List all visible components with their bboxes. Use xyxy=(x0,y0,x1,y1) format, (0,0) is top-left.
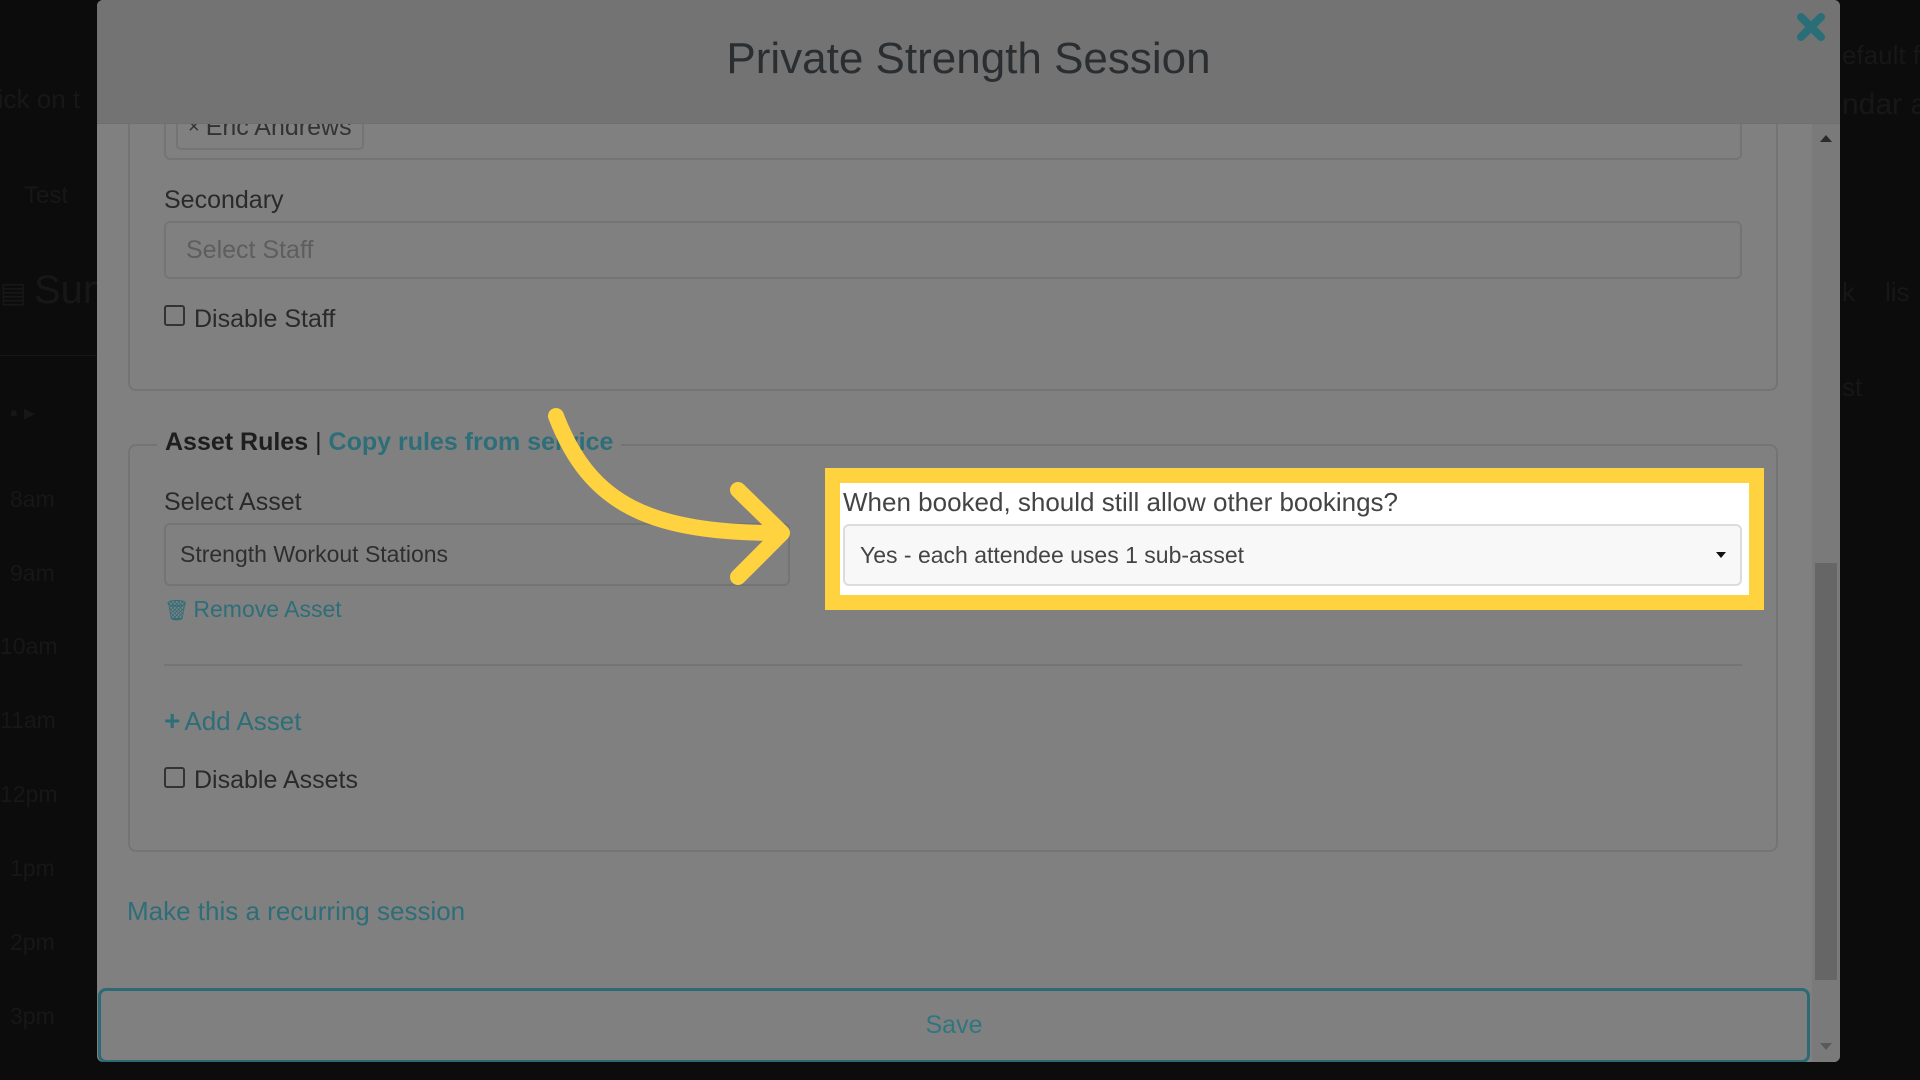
background-nav-arrow: ▪ ▸ xyxy=(10,400,35,425)
modal-scrollbar[interactable] xyxy=(1812,124,1840,1062)
add-asset-label: Add Asset xyxy=(184,706,302,736)
asset-select-value: Strength Workout Stations xyxy=(180,541,449,567)
asset-rules-legend: Asset Rules | Copy rules from service xyxy=(157,428,622,457)
background-st-text: st xyxy=(1842,372,1863,402)
legend-separator: | xyxy=(315,428,322,456)
background-list-text: lis xyxy=(1885,277,1910,307)
asset-divider xyxy=(164,664,1742,666)
secondary-staff-select[interactable]: Select Staff xyxy=(164,221,1742,279)
booking-question-label: When booked, should still allow other bo… xyxy=(843,487,1399,517)
background-filter-text: efault fil xyxy=(1842,40,1920,70)
background-k-text: k xyxy=(1842,277,1855,307)
scroll-down-arrow-icon[interactable] xyxy=(1820,1043,1832,1050)
background-hint-text: lick on t xyxy=(0,84,81,114)
add-asset-link[interactable]: + Add Asset xyxy=(164,705,301,737)
time-label: 3pm xyxy=(10,1003,55,1029)
secondary-staff-placeholder: Select Staff xyxy=(186,235,314,264)
plus-icon: + xyxy=(164,705,181,736)
modal-title: Private Strength Session xyxy=(726,34,1211,83)
background-test-text: Test xyxy=(24,182,69,209)
remove-asset-link[interactable]: 🗑 Remove Asset xyxy=(164,596,342,623)
save-button[interactable]: Save xyxy=(98,988,1810,1062)
time-label: 12pm xyxy=(0,781,58,807)
recurring-session-link[interactable]: Make this a recurring session xyxy=(127,896,465,927)
remove-asset-label: Remove Asset xyxy=(193,596,342,622)
time-label: 9am xyxy=(10,560,55,586)
asset-select[interactable]: Strength Workout Stations xyxy=(164,523,790,586)
close-x-icon xyxy=(1797,13,1825,41)
close-button[interactable] xyxy=(1794,10,1828,44)
asset-rules-title: Asset Rules xyxy=(165,428,309,456)
allow-other-bookings-select[interactable]: Yes - each attendee uses 1 sub-asset xyxy=(843,524,1742,586)
background-row-line xyxy=(0,355,97,356)
disable-staff-checkbox[interactable] xyxy=(164,305,185,326)
time-label: 1pm xyxy=(10,855,55,881)
modal-header: Private Strength Session xyxy=(97,0,1840,124)
secondary-label: Secondary xyxy=(164,186,284,214)
disable-assets-checkbox[interactable] xyxy=(164,767,185,788)
disable-staff-label: Disable Staff xyxy=(194,305,336,333)
disable-assets-label: Disable Assets xyxy=(194,766,358,794)
scrollbar-thumb[interactable] xyxy=(1815,563,1837,980)
dropdown-caret-icon xyxy=(1716,552,1726,558)
time-label: 10am xyxy=(0,633,58,659)
scroll-up-arrow-icon[interactable] xyxy=(1820,135,1832,142)
time-label: 8am xyxy=(10,486,55,512)
save-label: Save xyxy=(925,1011,983,1039)
background-sun-text: Sun xyxy=(34,268,106,312)
trash-icon: 🗑 xyxy=(164,600,190,622)
time-label: 11am xyxy=(0,707,56,733)
background-calendar-text: ndar a xyxy=(1842,88,1920,121)
copy-rules-link[interactable]: Copy rules from service xyxy=(329,428,614,456)
calendar-icon: ▤ xyxy=(0,277,27,308)
select-asset-label: Select Asset xyxy=(164,488,302,516)
time-label: 2pm xyxy=(10,929,55,955)
allow-other-bookings-value: Yes - each attendee uses 1 sub-asset xyxy=(860,541,1245,568)
